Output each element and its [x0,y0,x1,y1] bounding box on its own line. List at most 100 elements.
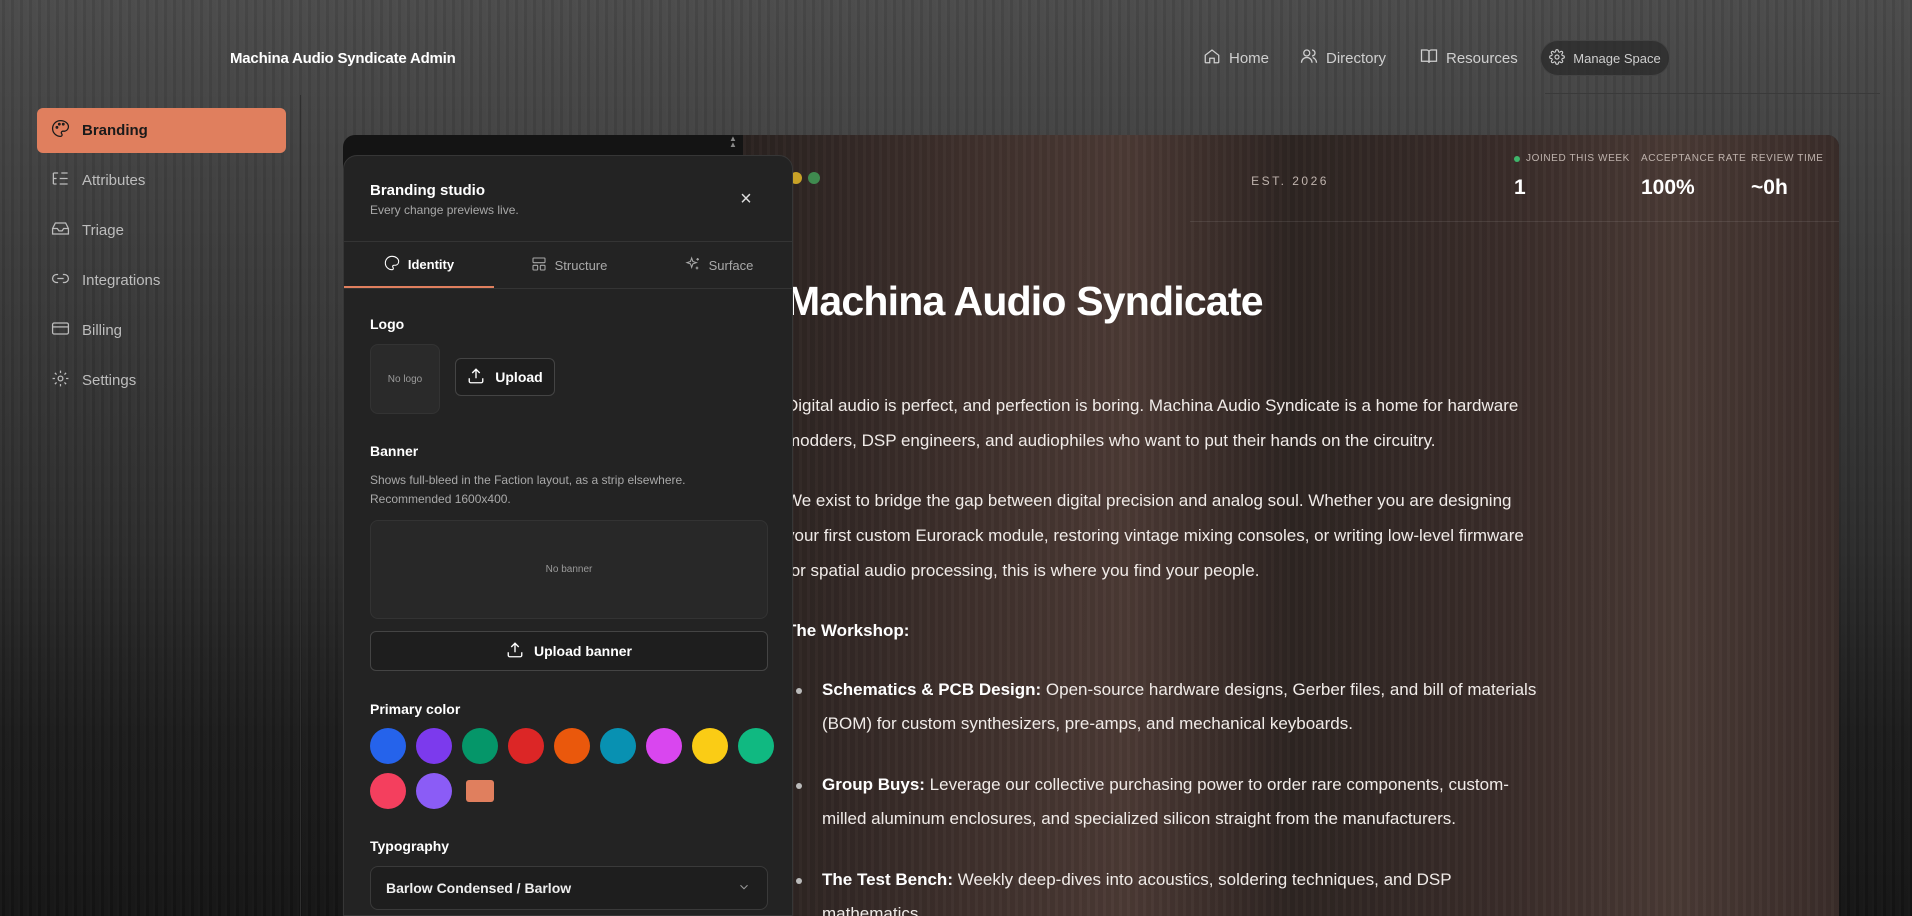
tab-label: Structure [554,257,608,273]
list-item: The Test Bench: Weekly deep-dives into a… [786,863,1546,916]
manage-space-button[interactable]: Manage Space [1540,40,1670,76]
sidebar-item-label: Branding [82,122,148,139]
header-divider [1545,93,1880,94]
list-item: Schematics & PCB Design: Open-source har… [786,673,1546,741]
stat-review-time: REVIEW TIME ~0h [1751,153,1824,200]
sidebar-item-label: Attributes [82,172,146,189]
stat-joined: JOINED THIS WEEK 1 [1514,153,1630,200]
nav-resources-label: Resources [1446,49,1518,67]
stat-value: 100% [1641,176,1695,199]
color-swatch[interactable] [692,728,728,764]
status-dot [808,172,820,184]
color-swatch[interactable] [416,728,452,764]
color-swatch[interactable] [554,728,590,764]
sidebar-item-label: Triage [82,222,124,239]
tab-label: Identity [407,256,455,272]
stat-label: JOINED THIS WEEK [1526,153,1630,164]
sidebar-item-integrations[interactable]: Integrations [37,258,286,303]
home-icon [1203,47,1221,69]
color-swatch[interactable] [370,773,406,809]
custom-color-swatch[interactable] [462,773,498,809]
app-title: Machina Audio Syndicate Admin [230,50,456,67]
palette-icon [384,255,400,274]
upload-banner-button[interactable]: Upload banner [370,631,768,671]
sidebar-item-branding[interactable]: Branding [37,108,286,153]
color-swatch[interactable] [646,728,682,764]
sidebar-item-label: Integrations [82,272,161,289]
tab-identity[interactable]: Identity [344,242,494,288]
tab-surface[interactable]: Surface [644,242,792,288]
list-item-title: The Test Bench: [822,870,953,889]
banner-placeholder: No banner [370,520,768,619]
branding-studio-panel: Branding studio Every change previews li… [343,155,793,916]
sparkles-icon [684,255,701,275]
upload-logo-button[interactable]: Upload [455,358,555,396]
sidebar-divider [300,95,301,916]
preview-divider [1190,221,1839,222]
sidebar-item-settings[interactable]: Settings [37,358,286,403]
sidebar-item-billing[interactable]: Billing [37,308,286,353]
tab-structure[interactable]: Structure [494,242,644,288]
link-icon [51,269,70,292]
preview-dots [790,172,820,184]
description-paragraph: Digital audio is perfect, and perfection… [786,396,1519,450]
stat-label: REVIEW TIME [1751,153,1824,164]
panel-tabs: Identity Structure Surface [344,242,792,289]
color-swatches [370,728,780,809]
palette-icon [51,119,70,142]
list-item-title: Schematics & PCB Design: [822,680,1042,699]
chevron-down-icon [737,880,751,894]
nav-resources[interactable]: Resources [1420,46,1518,70]
workshop-list: Schematics & PCB Design: Open-source har… [786,673,1546,916]
gear-icon [51,369,70,392]
live-indicator [1514,155,1520,162]
logo-placeholder: No logo [370,344,440,414]
community-headline: Machina Audio Syndicate [786,278,1264,324]
manage-space-label: Manage Space [1573,50,1661,66]
gear-icon [1549,48,1566,68]
color-swatch[interactable] [738,728,774,764]
inbox-icon [51,219,70,242]
tab-label: Surface [708,257,754,273]
typography-select[interactable]: Barlow Condensed / Barlow [370,866,768,910]
upload-icon [467,367,485,388]
sidebar-item-label: Settings [82,372,137,389]
upload-icon [506,641,524,662]
color-swatch[interactable] [462,728,498,764]
credit-card-icon [51,319,70,342]
typography-value: Barlow Condensed / Barlow [386,880,572,896]
list-item-title: Group Buys: [822,775,925,794]
book-icon [1420,47,1438,69]
est-label: EST. 2026 [1251,174,1329,188]
panel-title: Branding studio [370,182,485,199]
color-swatch[interactable] [416,773,452,809]
nav-directory-label: Directory [1326,49,1387,67]
nav-home[interactable]: Home [1203,46,1269,70]
stat-label: ACCEPTANCE RATE [1641,153,1747,164]
sidebar-item-label: Billing [82,322,123,339]
scroll-arrows-icon[interactable]: ▲ ▲ [727,135,739,156]
sidebar-item-triage[interactable]: Triage [37,208,286,253]
upload-banner-label: Upload banner [533,643,632,659]
banner-hint: Shows full-bleed in the Faction layout, … [370,473,686,506]
primary-color-label: Primary color [370,701,461,717]
sidebar-item-attributes[interactable]: Attributes [37,158,286,203]
layout-icon [531,256,547,275]
users-icon [1300,47,1318,69]
banner-label: Banner [370,443,419,459]
list-item-text: Leverage our collective purchasing power… [822,775,1509,828]
nav-directory[interactable]: Directory [1300,46,1386,70]
list-tree-icon [51,169,70,192]
color-swatch[interactable] [508,728,544,764]
section-heading: The Workshop: [786,621,910,640]
logo-label: Logo [370,316,405,332]
panel-subtitle: Every change previews live. [370,203,519,217]
upload-label: Upload [495,369,543,385]
color-swatch[interactable] [600,728,636,764]
description-paragraph: We exist to bridge the gap between digit… [786,491,1524,580]
close-icon[interactable]: × [737,189,755,209]
typography-label: Typography [370,838,450,854]
color-swatch[interactable] [370,728,406,764]
stat-value: 1 [1514,176,1526,199]
stat-value: ~0h [1751,176,1788,199]
